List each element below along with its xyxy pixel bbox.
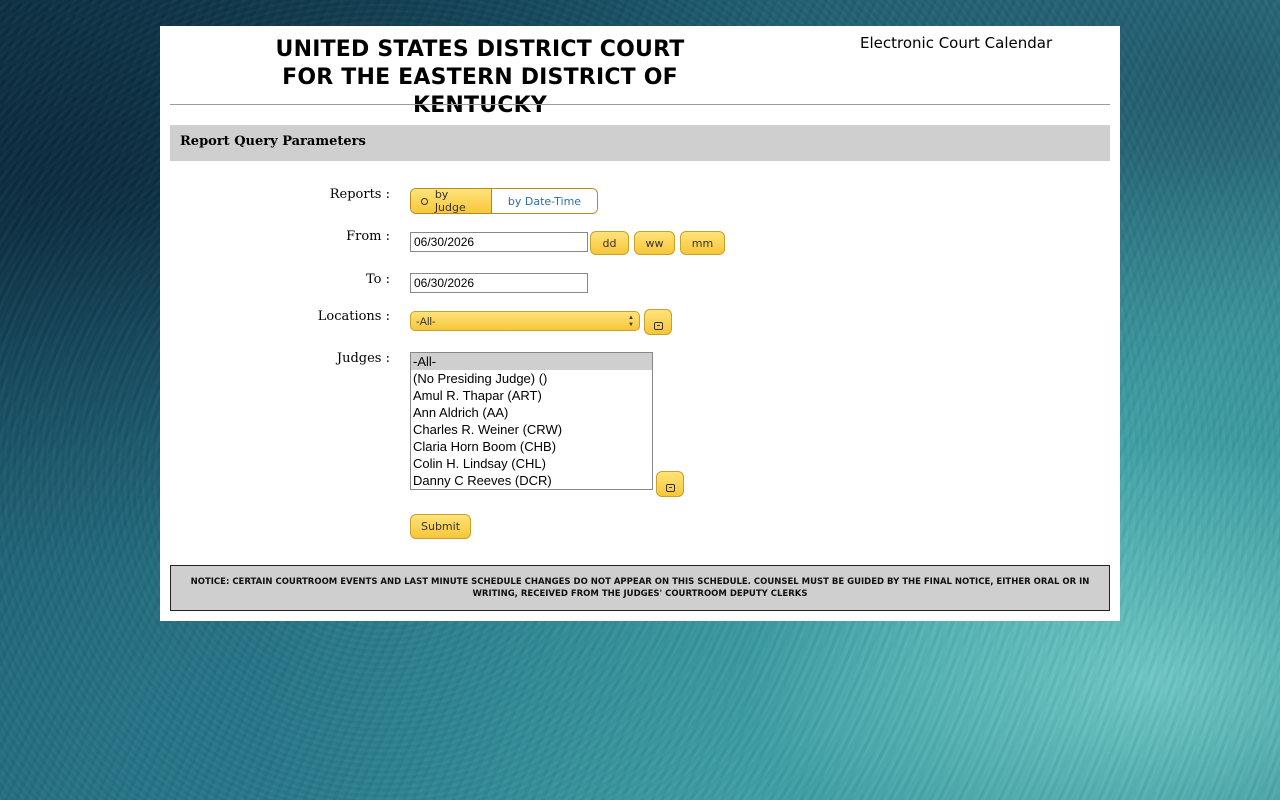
to-date-input[interactable]: 06/30/2026 bbox=[410, 273, 588, 293]
notice-box: NOTICE: CERTAIN COURTROOM EVENTS AND LAS… bbox=[170, 565, 1110, 611]
judge-option[interactable]: Danny C Reeves (DCR) bbox=[411, 472, 652, 489]
section-title: Report Query Parameters bbox=[180, 134, 366, 149]
radio-icon bbox=[421, 197, 428, 205]
header-divider bbox=[170, 104, 1110, 105]
court-title-line2: FOR THE EASTERN DISTRICT OF KENTUCKY bbox=[282, 65, 678, 118]
submit-button[interactable]: Submit bbox=[410, 514, 471, 539]
from-label: From : bbox=[346, 229, 390, 244]
reports-option-label: by Judge bbox=[434, 188, 466, 214]
chevron-updown-icon: ▲ ▼ bbox=[628, 315, 634, 328]
judges-reset-button[interactable] bbox=[656, 471, 684, 497]
scroll-icon bbox=[653, 322, 663, 330]
page-header: UNITED STATES DISTRICT COURT FOR THE EAS… bbox=[160, 26, 1120, 118]
locations-label: Locations : bbox=[317, 309, 390, 324]
scroll-icon bbox=[665, 484, 675, 492]
reports-option-by-date-time[interactable]: by Date-Time bbox=[491, 189, 597, 213]
judge-option[interactable]: Colin H. Lindsay (CHL) bbox=[411, 455, 652, 472]
judges-label: Judges : bbox=[336, 351, 390, 366]
locations-reset-button[interactable] bbox=[644, 309, 672, 335]
court-title: UNITED STATES DISTRICT COURT FOR THE EAS… bbox=[220, 36, 740, 120]
locations-selected-value: -All- bbox=[416, 316, 436, 328]
reports-toggle: by Judge by Date-Time bbox=[410, 188, 598, 214]
judge-option[interactable]: Claria Horn Boom (CHB) bbox=[411, 438, 652, 455]
app-title: Electronic Court Calendar bbox=[860, 34, 1053, 52]
section-header: Report Query Parameters bbox=[170, 125, 1110, 161]
locations-select[interactable]: -All- ▲ ▼ bbox=[410, 311, 640, 331]
judge-option[interactable]: -All- bbox=[411, 353, 652, 370]
judge-option[interactable]: Ann Aldrich (AA) bbox=[411, 404, 652, 421]
judge-option[interactable]: Amul R. Thapar (ART) bbox=[411, 387, 652, 404]
judges-listbox[interactable]: -All- (No Presiding Judge) () Amul R. Th… bbox=[410, 352, 653, 490]
week-range-button[interactable]: ww bbox=[634, 231, 675, 255]
reports-option-by-judge[interactable]: by Judge bbox=[411, 189, 491, 213]
court-title-line1: UNITED STATES DISTRICT COURT bbox=[275, 37, 685, 62]
notice-text: NOTICE: CERTAIN COURTROOM EVENTS AND LAS… bbox=[190, 577, 1090, 599]
reports-label: Reports : bbox=[329, 187, 390, 202]
judge-option[interactable]: Charles R. Weiner (CRW) bbox=[411, 421, 652, 438]
main-panel: UNITED STATES DISTRICT COURT FOR THE EAS… bbox=[160, 26, 1120, 621]
day-range-button[interactable]: dd bbox=[590, 231, 629, 255]
judge-option[interactable]: (No Presiding Judge) () bbox=[411, 370, 652, 387]
from-date-input[interactable]: 06/30/2026 bbox=[410, 232, 588, 252]
reports-option-label: by Date-Time bbox=[507, 194, 582, 208]
month-range-button[interactable]: mm bbox=[680, 231, 725, 255]
to-label: To : bbox=[365, 272, 390, 287]
